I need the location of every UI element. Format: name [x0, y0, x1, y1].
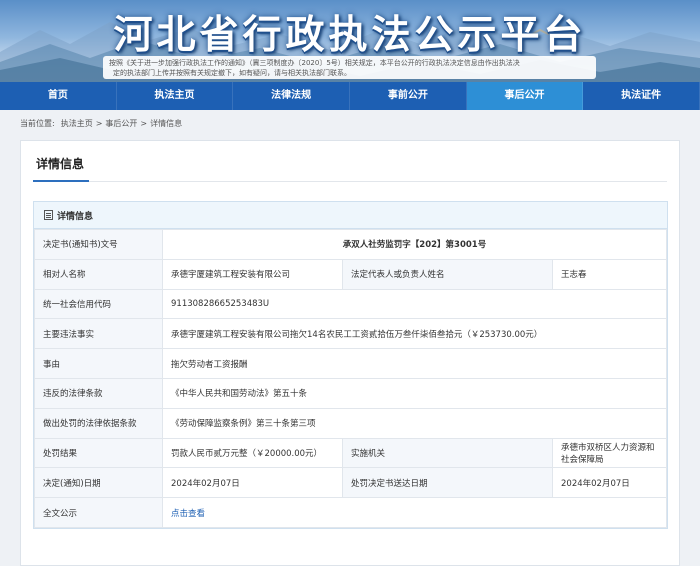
table-row: 违反的法律条款 《中华人民共和国劳动法》第五十条 — [34, 377, 667, 409]
party-value: 承德宇厦建筑工程安装有限公司 — [162, 258, 343, 290]
header-banner: 河北省行政执法公示平台 按照《关于进一步加强行政执法工作的通知》（冀三项制度办〔… — [0, 0, 700, 82]
basis-value: 《劳动保障监察条例》第三十条第三项 — [162, 407, 667, 439]
cause-label: 事由 — [34, 348, 163, 379]
result-value: 罚款人民币贰万元整（￥20000.00元） — [162, 437, 343, 469]
party-label: 相对人名称 — [34, 258, 163, 290]
doc-no-label: 决定书(通知书)文号 — [34, 229, 163, 260]
delivery-date-label: 处罚决定书送达日期 — [342, 467, 553, 499]
detail-panel: 详情信息 详情信息 决定书(通知书)文号 承双人社劳监罚字【202】第3001号… — [20, 140, 680, 566]
credit-code-value: 91130828665253483U — [162, 288, 667, 320]
table-row: 做出处罚的法律依据条款 《劳动保障监察条例》第三十条第三项 — [34, 407, 667, 439]
legal-rep-label: 法定代表人或负责人姓名 — [342, 258, 553, 290]
nav-item-certificates[interactable]: 执法证件 — [583, 82, 700, 110]
nav-item-enforcement-home[interactable]: 执法主页 — [117, 82, 234, 110]
cause-value: 拖欠劳动者工资报酬 — [162, 348, 667, 379]
table-row: 主要违法事实 承德宇厦建筑工程安装有限公司拖欠14名农民工工资贰拾伍万叁仟柒佰叁… — [34, 318, 667, 350]
legal-rep-value: 王志春 — [552, 258, 667, 290]
breadcrumb-prefix: 当前位置: — [20, 119, 55, 128]
facts-value: 承德宇厦建筑工程安装有限公司拖欠14名农民工工资贰拾伍万叁仟柒佰叁拾元（￥253… — [162, 318, 667, 350]
violated-law-label: 违反的法律条款 — [34, 377, 163, 409]
fulltext-cell: 点击查看 — [162, 497, 667, 528]
table-row: 统一社会信用代码 91130828665253483U — [34, 288, 667, 320]
breadcrumb-current: 详情信息 — [150, 119, 183, 128]
nav-item-home[interactable]: 首页 — [0, 82, 117, 110]
notice-line-1: 按照《关于进一步加强行政执法工作的通知》（冀三项制度办〔2020〕5号）相关规定… — [109, 59, 520, 67]
site-title: 河北省行政执法公示平台 — [113, 12, 587, 58]
document-icon — [44, 210, 53, 220]
nav-item-post-disclosure[interactable]: 事后公开 — [466, 82, 584, 110]
page-title: 详情信息 — [36, 157, 85, 171]
detail-table: 决定书(通知书)文号 承双人社劳监罚字【202】第3001号 相对人名称 承德宇… — [34, 229, 667, 528]
facts-label: 主要违法事实 — [34, 318, 163, 350]
table-row: 决定书(通知书)文号 承双人社劳监罚字【202】第3001号 — [34, 229, 667, 260]
view-fulltext-link[interactable]: 点击查看 — [171, 509, 205, 519]
detail-card-title: 详情信息 — [57, 211, 94, 222]
credit-code-label: 统一社会信用代码 — [34, 288, 163, 320]
breadcrumb-link-enforcement-home[interactable]: 执法主页 — [61, 118, 93, 129]
title-divider — [33, 181, 667, 182]
doc-no-value: 承双人社劳监罚字【202】第3001号 — [162, 229, 667, 260]
breadcrumb-separator: > — [95, 119, 103, 128]
main-nav: 首页 执法主页 法律法规 事前公开 事后公开 执法证件 — [0, 82, 700, 110]
breadcrumb-separator: > — [140, 119, 148, 128]
notice-box: 按照《关于进一步加强行政执法工作的通知》（冀三项制度办〔2020〕5号）相关规定… — [103, 56, 596, 79]
table-row: 相对人名称 承德宇厦建筑工程安装有限公司 法定代表人或负责人姓名 王志春 — [34, 258, 667, 290]
breadcrumb-link-post-disclosure[interactable]: 事后公开 — [105, 118, 137, 129]
breadcrumb: 当前位置: 执法主页 > 事后公开 > 详情信息 — [20, 118, 182, 129]
agency-value: 承德市双桥区人力资源和社会保障局 — [552, 437, 667, 469]
decision-date-label: 决定(通知)日期 — [34, 467, 163, 499]
detail-card-header: 详情信息 — [34, 202, 667, 229]
result-label: 处罚结果 — [34, 437, 163, 469]
decision-date-value: 2024年02月07日 — [162, 467, 343, 499]
title-underline — [33, 180, 89, 182]
table-row: 决定(通知)日期 2024年02月07日 处罚决定书送达日期 2024年02月0… — [34, 467, 667, 499]
detail-card: 详情信息 决定书(通知书)文号 承双人社劳监罚字【202】第3001号 相对人名… — [33, 201, 668, 529]
basis-label: 做出处罚的法律依据条款 — [34, 407, 163, 439]
delivery-date-value: 2024年02月07日 — [552, 467, 667, 499]
fulltext-label: 全文公示 — [34, 497, 163, 528]
agency-label: 实施机关 — [342, 437, 553, 469]
table-row: 事由 拖欠劳动者工资报酬 — [34, 348, 667, 379]
table-row: 处罚结果 罚款人民币贰万元整（￥20000.00元） 实施机关 承德市双桥区人力… — [34, 437, 667, 469]
nav-item-laws[interactable]: 法律法规 — [233, 82, 351, 110]
violated-law-value: 《中华人民共和国劳动法》第五十条 — [162, 377, 667, 409]
nav-item-pre-disclosure[interactable]: 事前公开 — [350, 82, 467, 110]
table-row: 全文公示 点击查看 — [34, 497, 667, 528]
notice-line-2: 定的执法部门上传并按照有关规定撤下，如有疑问，请与相关执法部门联系。 — [113, 69, 351, 77]
